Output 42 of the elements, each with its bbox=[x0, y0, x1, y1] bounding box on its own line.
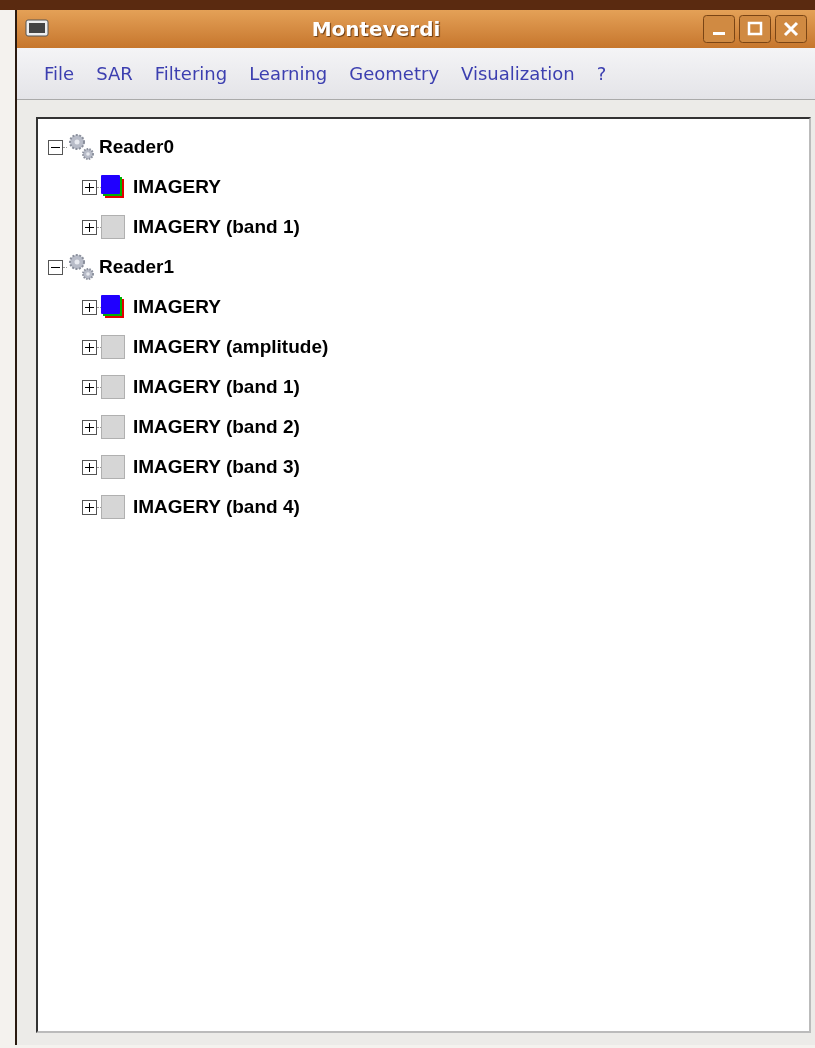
single-band-icon bbox=[101, 415, 125, 439]
window-menu-icon[interactable] bbox=[25, 19, 49, 39]
tree-item-label[interactable]: IMAGERY (band 3) bbox=[133, 452, 300, 482]
band-stack-icon bbox=[101, 175, 125, 199]
menu-item[interactable]: Geometry bbox=[348, 60, 441, 87]
tree-item-label[interactable]: Reader0 bbox=[99, 132, 174, 162]
expand-icon[interactable] bbox=[82, 419, 97, 435]
tree-item-label[interactable]: Reader1 bbox=[99, 252, 174, 282]
expand-icon[interactable] bbox=[82, 179, 97, 195]
tree-item-label[interactable]: IMAGERY (band 1) bbox=[133, 372, 300, 402]
gears-icon bbox=[67, 133, 95, 161]
maximize-icon[interactable] bbox=[739, 15, 771, 43]
tree-item-label[interactable]: IMAGERY bbox=[133, 292, 221, 322]
single-band-icon bbox=[101, 335, 125, 359]
tree-item-label[interactable]: IMAGERY (band 2) bbox=[133, 412, 300, 442]
tree-item-label[interactable]: IMAGERY (band 1) bbox=[133, 212, 300, 242]
expand-icon[interactable] bbox=[82, 299, 97, 315]
menu-item[interactable]: Visualization bbox=[460, 60, 576, 87]
window-title: Monteverdi bbox=[310, 16, 442, 43]
menu-item[interactable]: SAR bbox=[95, 60, 134, 87]
tree-item-label[interactable]: IMAGERY (amplitude) bbox=[133, 332, 329, 362]
close-icon[interactable] bbox=[775, 15, 807, 43]
band-stack-icon bbox=[101, 295, 125, 319]
single-band-icon bbox=[101, 455, 125, 479]
gears-icon bbox=[67, 253, 95, 281]
collapse-icon[interactable] bbox=[48, 259, 63, 275]
menu-item[interactable]: Filtering bbox=[153, 60, 229, 87]
expand-icon[interactable] bbox=[82, 219, 97, 235]
collapse-icon[interactable] bbox=[48, 139, 63, 155]
expand-icon[interactable] bbox=[82, 499, 97, 515]
menu-item[interactable]: ? bbox=[595, 60, 608, 87]
tree-item-label[interactable]: IMAGERY bbox=[133, 172, 221, 202]
single-band-icon bbox=[101, 375, 125, 399]
minimize-icon[interactable] bbox=[703, 15, 735, 43]
expand-icon[interactable] bbox=[82, 379, 97, 395]
menu-item[interactable]: Learning bbox=[248, 60, 329, 87]
single-band-icon bbox=[101, 495, 125, 519]
tree-item-label[interactable]: IMAGERY (band 4) bbox=[133, 492, 300, 522]
single-band-icon bbox=[101, 215, 125, 239]
menu-item[interactable]: File bbox=[43, 60, 76, 87]
expand-icon[interactable] bbox=[82, 459, 97, 475]
expand-icon[interactable] bbox=[82, 339, 97, 355]
